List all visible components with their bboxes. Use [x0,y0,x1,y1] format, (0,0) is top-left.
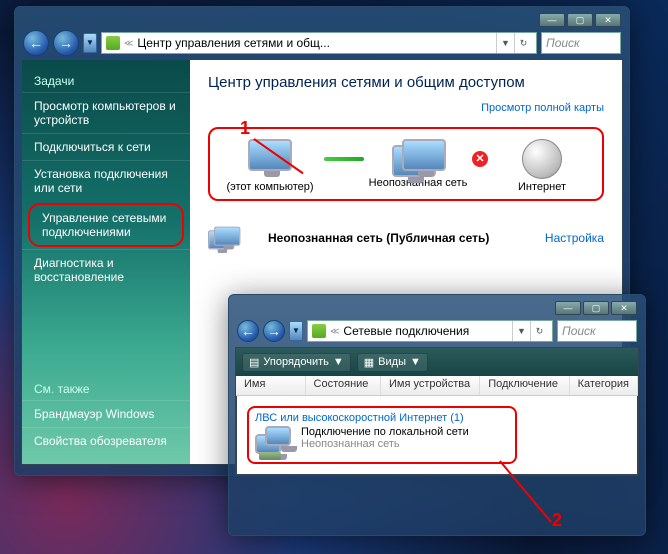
sidebar-item-view-computers[interactable]: Просмотр компьютеров и устройств [22,92,190,133]
titlebar: — ▢ ✕ [235,301,639,319]
node-unknown-network[interactable]: Неопознанная сеть [368,139,468,189]
network-folder-icon [312,324,326,338]
nav-toolbar: ← → ▼ ≪ Центр управления сетями и общ...… [21,31,623,59]
column-category[interactable]: Категория [570,376,638,395]
recent-dropdown[interactable]: ▼ [83,33,97,53]
annotation-ring-2: ЛВС или высокоскоростной Интернет (1) По… [247,406,517,464]
annotation-ring-1: Управление сетевыми подключениями [28,203,184,247]
maximize-button[interactable]: ▢ [583,301,609,315]
column-name[interactable]: Имя [236,376,306,395]
close-button[interactable]: ✕ [595,13,621,27]
page-title: Центр управления сетями и общим доступом [208,74,604,91]
sidebar-item-setup-connection[interactable]: Установка подключения или сети [22,160,190,201]
sidebar-item-internet-options[interactable]: Свойства обозревателя [22,427,190,454]
recent-dropdown[interactable]: ▼ [289,321,303,341]
sidebar-item-diagnose[interactable]: Диагностика и восстановление [22,249,190,290]
column-headers: Имя Состояние Имя устройства Подключение… [236,376,638,396]
connections-list: ЛВС или высокоскоростной Интернет (1) По… [236,396,638,475]
sidebar-item-firewall[interactable]: Брандмауэр Windows [22,400,190,427]
address-bar[interactable]: ≪ Сетевые подключения ▼ ↻ [307,320,553,342]
content-area: ▤ Упорядочить ▼ ▦ Виды ▼ Имя Состояние И… [235,347,639,476]
annotation-number-1: 1 [240,118,250,139]
control-panel-icon [106,36,120,50]
view-full-map-link[interactable]: Просмотр полной карты [481,102,604,114]
chevron-icon: ≪ [330,326,339,337]
node-internet[interactable]: Интернет [492,139,592,193]
views-label: Виды [378,356,406,368]
minimize-button[interactable]: — [539,13,565,27]
disconnected-icon: ✕ [472,151,488,167]
customize-link[interactable]: Настройка [545,231,604,245]
node-label: (этот компьютер) [226,181,313,193]
forward-button[interactable]: → [53,30,79,56]
refresh-button[interactable]: ↻ [514,33,532,53]
breadcrumb-dropdown[interactable]: ▼ [496,33,514,53]
close-button[interactable]: ✕ [611,301,637,315]
address-bar[interactable]: ≪ Центр управления сетями и общ... ▼ ↻ [101,32,537,54]
window-network-connections: — ▢ ✕ ← → ▼ ≪ Сетевые подключения ▼ ↻ По… [228,294,646,536]
lan-connection-icon [255,426,293,458]
connection-item[interactable]: Подключение по локальной сети Неопознанн… [255,424,509,458]
connection-line-icon [324,157,364,161]
annotation-number-2: 2 [552,510,562,531]
network-map: (этот компьютер) Неопознанная сеть ✕ Инт… [208,127,604,201]
sidebar: Задачи Просмотр компьютеров и устройств … [22,60,190,464]
column-device[interactable]: Имя устройства [381,376,480,395]
views-button[interactable]: ▦ Виды ▼ [357,353,428,372]
column-status[interactable]: Состояние [306,376,381,395]
organize-label: Упорядочить [263,356,328,368]
connection-status: Неопознанная сеть [301,438,469,450]
back-button[interactable]: ← [237,320,259,342]
refresh-button[interactable]: ↻ [530,321,548,341]
sidebar-item-connect[interactable]: Подключиться к сети [22,133,190,160]
see-also-heading: См. также [22,378,190,400]
chevron-down-icon: ▼ [410,356,421,368]
connection-name: Подключение по локальной сети [301,426,469,438]
chevron-down-icon: ▼ [333,356,344,368]
search-input[interactable]: Поиск [557,320,637,342]
globe-icon [522,139,562,179]
command-bar: ▤ Упорядочить ▼ ▦ Виды ▼ [236,348,638,376]
minimize-button[interactable]: — [555,301,581,315]
titlebar: — ▢ ✕ [21,13,623,31]
tasks-heading: Задачи [22,70,190,92]
organize-button[interactable]: ▤ Упорядочить ▼ [242,353,351,372]
search-input[interactable]: Поиск [541,32,621,54]
computer-icon [248,139,292,171]
chevron-icon: ≪ [124,38,133,49]
nav-toolbar: ← → ▼ ≪ Сетевые подключения ▼ ↻ Поиск [235,319,639,347]
column-connection[interactable]: Подключение [480,376,569,395]
breadcrumb-text: Сетевые подключения [343,324,469,338]
breadcrumb-dropdown[interactable]: ▼ [512,321,530,341]
cable-icon [259,452,281,460]
network-icon [392,139,444,177]
maximize-button[interactable]: ▢ [567,13,593,27]
node-this-computer[interactable]: (этот компьютер) [220,139,320,193]
network-icon [208,227,239,250]
network-status-row: Неопознанная сеть (Публичная сеть) Настр… [208,219,604,257]
group-header[interactable]: ЛВС или высокоскоростной Интернет (1) [255,412,509,424]
sidebar-item-manage-connections[interactable]: Управление сетевыми подключениями [30,205,182,245]
organize-icon: ▤ [249,356,259,369]
node-label: Интернет [518,181,566,193]
views-icon: ▦ [364,356,374,369]
breadcrumb-text: Центр управления сетями и общ... [137,36,329,50]
forward-button[interactable]: → [263,320,285,342]
back-button[interactable]: ← [23,30,49,56]
network-name: Неопознанная сеть (Публичная сеть) [268,231,489,245]
